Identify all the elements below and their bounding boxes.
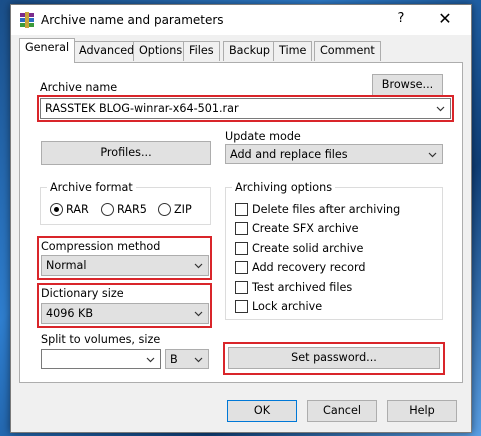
checkbox-delete-files-label[interactable]: Delete files after archiving [252,203,400,216]
checkbox-lock-archive[interactable] [235,300,248,313]
checkbox-create-sfx-label[interactable]: Create SFX archive [252,222,359,235]
checkbox-test-archived[interactable] [235,281,248,294]
tab-backup[interactable]: Backup [223,41,277,61]
tab-advanced[interactable]: Advanced [73,41,141,61]
ok-button[interactable]: OK [227,400,297,422]
archiving-options-title: Archiving options [232,181,336,194]
general-panel: Archive name Browse... RASSTEK BLOG-winr… [19,62,463,383]
archive-dialog: Archive name and parameters ? ✕ General … [10,4,472,433]
radio-rar-label[interactable]: RAR [66,203,89,216]
tab-options[interactable]: Options [133,41,189,61]
archive-name-combo[interactable]: RASSTEK BLOG-winrar-x64-501.rar [40,98,451,119]
tab-time[interactable]: Time [273,41,313,61]
split-unit-combo[interactable]: B [165,349,209,369]
radio-selected-dot [54,207,59,212]
radio-rar5[interactable] [101,203,114,216]
cancel-button[interactable]: Cancel [307,400,377,422]
checkbox-create-sfx[interactable] [235,222,248,235]
split-volumes-combo[interactable] [41,349,161,369]
close-icon[interactable]: ✕ [431,9,459,28]
update-mode-value: Add and replace files [230,148,348,161]
radio-zip-label[interactable]: ZIP [174,203,192,216]
chevron-down-icon[interactable] [194,309,203,318]
compression-method-combo[interactable]: Normal [41,255,209,276]
title-bar: Archive name and parameters ? ✕ [11,5,471,35]
checkbox-test-archived-label[interactable]: Test archived files [252,281,352,294]
window-title: Archive name and parameters [41,13,224,27]
chevron-down-icon[interactable] [194,355,203,364]
dictionary-size-label: Dictionary size [41,287,124,300]
chevron-down-icon[interactable] [146,355,155,364]
dictionary-size-value: 4096 KB [46,307,94,320]
radio-zip[interactable] [158,203,171,216]
compression-method-value: Normal [46,259,87,272]
checkbox-create-solid[interactable] [235,242,248,255]
tab-comment[interactable]: Comment [314,41,381,61]
tab-general[interactable]: General [19,38,76,63]
dictionary-size-combo[interactable]: 4096 KB [41,303,209,324]
chevron-down-icon[interactable] [428,150,437,159]
checkbox-delete-files[interactable] [235,203,248,216]
checkbox-recovery-record[interactable] [235,261,248,274]
winrar-app-icon [20,12,34,28]
checkbox-lock-archive-label[interactable]: Lock archive [252,300,322,313]
chevron-down-icon[interactable] [194,261,203,270]
update-mode-label: Update mode [225,130,301,143]
checkbox-create-solid-label[interactable]: Create solid archive [252,242,363,255]
archive-format-title: Archive format [47,181,136,194]
split-volumes-label: Split to volumes, size [41,333,161,346]
radio-rar[interactable] [50,203,63,216]
compression-method-label: Compression method [41,240,161,253]
split-unit-value: B [170,353,178,366]
help-icon[interactable]: ? [391,11,411,26]
browse-button[interactable]: Browse... [372,74,443,96]
archive-name-value: RASSTEK BLOG-winrar-x64-501.rar [45,102,239,115]
radio-rar5-label[interactable]: RAR5 [117,203,147,216]
tab-files[interactable]: Files [183,41,220,61]
chevron-down-icon[interactable] [436,104,445,113]
checkbox-recovery-record-label[interactable]: Add recovery record [252,261,365,274]
archive-name-label: Archive name [40,81,118,94]
profiles-button[interactable]: Profiles... [41,141,211,165]
update-mode-combo[interactable]: Add and replace files [225,144,443,164]
set-password-button[interactable]: Set password... [228,347,440,369]
help-button[interactable]: Help [387,400,457,422]
